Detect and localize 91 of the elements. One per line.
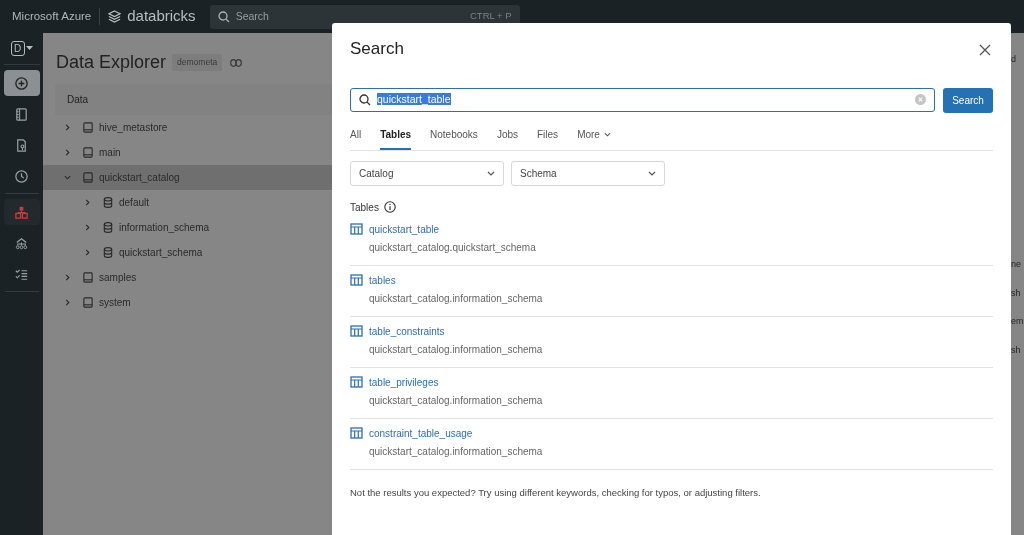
tree-label: default <box>119 196 150 210</box>
caret-icon <box>487 170 495 176</box>
hierarchy-icon <box>14 235 29 251</box>
tree-row[interactable]: information_schema <box>43 215 332 240</box>
catalog-icon <box>82 121 94 134</box>
tree-label: quickstart_schema <box>119 246 203 260</box>
result-link[interactable]: constraint_table_usage <box>369 425 473 441</box>
result-path: quickstart_catalog.information_schema <box>369 444 544 459</box>
result-path: quickstart_catalog.information_schema <box>369 291 544 306</box>
product-logo-text: databricks <box>127 6 196 27</box>
brand-name: Microsoft Azure <box>12 7 101 26</box>
search-field[interactable]: Search CTRL + P <box>209 4 520 29</box>
text-fragment: sh <box>1011 287 1022 299</box>
tab[interactable]: Tables <box>380 122 412 150</box>
result-link[interactable]: table_constraints <box>369 323 445 339</box>
tree-label: system <box>99 296 131 310</box>
database-icon <box>102 246 114 259</box>
result-path: quickstart_catalog.information_schema <box>369 342 544 357</box>
result-link[interactable]: tables <box>369 272 396 288</box>
tree-row[interactable]: hive_metastore <box>43 115 332 140</box>
file-branch-icon <box>14 137 29 153</box>
result-link[interactable]: quickstart_table <box>369 221 440 237</box>
tree-row[interactable]: samples <box>43 265 332 290</box>
tab[interactable]: Notebooks <box>430 122 478 150</box>
tree-row[interactable]: quickstart_catalog <box>43 165 332 190</box>
help-text: Not the results you expected? Try using different keywords, checking for typos, or adjusting filters. <box>350 485 762 500</box>
search-icon <box>217 10 230 23</box>
tree-row[interactable]: default <box>43 190 332 215</box>
metastore-tag: demometa <box>172 54 223 71</box>
tree-row[interactable]: main <box>43 140 332 165</box>
tree-label: information_schema <box>119 221 210 235</box>
workspace-switcher[interactable]: D <box>3 41 40 65</box>
notebook-icon <box>14 106 29 122</box>
text-fragment: sh <box>1011 344 1022 356</box>
dialog-title: Search <box>350 38 404 60</box>
database-icon <box>102 196 114 209</box>
table-icon <box>350 376 363 388</box>
sidebar-item[interactable] <box>3 199 40 225</box>
tree-row[interactable]: system <box>43 290 332 315</box>
column-header: Data <box>55 84 332 115</box>
result-link[interactable]: table_privileges <box>369 374 439 390</box>
chevron-right-icon[interactable] <box>63 274 71 281</box>
search-button[interactable]: Search <box>943 87 993 113</box>
close-icon <box>979 43 991 56</box>
text-fragment: d <box>1011 53 1017 65</box>
info-icon[interactable] <box>383 201 396 213</box>
shortcut-hint: CTRL + P <box>470 9 512 24</box>
chevron-down-icon[interactable] <box>63 174 71 181</box>
chevron-right-icon[interactable] <box>83 249 91 256</box>
chevron-right-icon[interactable] <box>63 149 71 156</box>
table-icon <box>350 223 363 235</box>
caret-icon <box>25 46 33 51</box>
text-fragment: em <box>1011 315 1024 327</box>
tree-row[interactable]: quickstart_schema <box>43 240 332 265</box>
chevron-right-icon[interactable] <box>63 124 71 131</box>
tab[interactable]: More <box>577 122 611 150</box>
dropdown-field[interactable]: Catalog <box>350 160 504 186</box>
tree-label: samples <box>99 271 137 285</box>
catalog-icon <box>14 204 29 220</box>
dropdown-field[interactable]: Schema <box>511 160 665 186</box>
catalog-icon <box>82 296 94 309</box>
search-icon <box>359 93 371 106</box>
caret-icon <box>648 170 656 176</box>
database-icon <box>102 221 114 234</box>
table-icon <box>350 274 363 286</box>
catalog-icon <box>82 171 94 184</box>
tree-label: hive_metastore <box>99 121 168 135</box>
table-icon <box>350 427 363 439</box>
result-path: quickstart_catalog.quickstart_schema <box>369 240 537 255</box>
text-fragment: ne <box>1011 258 1022 270</box>
tree-label: quickstart_catalog <box>99 171 180 185</box>
catalog-icon <box>82 271 94 284</box>
catalog-icon <box>82 146 94 159</box>
sidebar-item[interactable] <box>3 70 40 96</box>
link-icon[interactable] <box>230 58 243 67</box>
tab[interactable]: Jobs <box>496 122 518 150</box>
chevron-right-icon[interactable] <box>83 199 91 206</box>
chevron-right-icon[interactable] <box>63 299 71 306</box>
chevron-right-icon[interactable] <box>83 224 91 231</box>
tree-label: main <box>99 146 121 160</box>
section-heading: Tables <box>350 200 379 215</box>
result-path: quickstart_catalog.information_schema <box>369 393 544 408</box>
plus-circle-icon <box>14 75 29 91</box>
tab[interactable]: Files <box>537 122 559 150</box>
page-title: Data Explorer <box>56 51 167 74</box>
stack-logo-icon <box>108 10 122 23</box>
search-input[interactable]: quickstart_table <box>350 87 935 112</box>
table-icon <box>350 325 363 337</box>
clock-icon <box>14 168 29 184</box>
tab[interactable]: All <box>350 122 362 150</box>
caret-icon <box>603 131 611 137</box>
